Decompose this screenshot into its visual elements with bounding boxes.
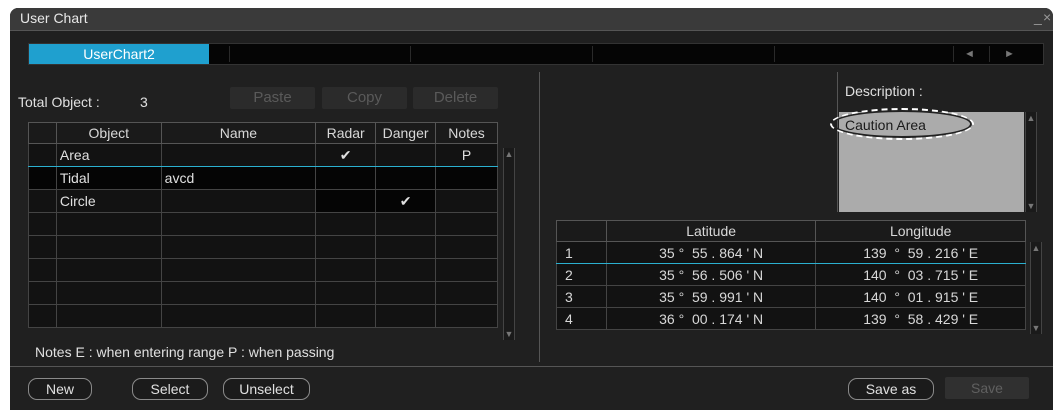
minimize-icon[interactable]: _ bbox=[1034, 9, 1042, 25]
name-cell[interactable] bbox=[160, 189, 317, 213]
table-row[interactable]: 4 36 ° 00 . 174 ' N 139 ° 58 . 429 ' E bbox=[556, 307, 1026, 330]
object-table: Object Name Radar Danger Notes Area ✔ P … bbox=[28, 122, 498, 328]
longitude-cell[interactable]: 140 ° 03 . 715 ' E bbox=[815, 263, 1026, 286]
chart-tab-bar: UserChart2 ◄ ► bbox=[28, 43, 1044, 65]
object-cell[interactable]: Circle bbox=[55, 189, 162, 213]
table-row[interactable]: Circle ✔ bbox=[28, 189, 498, 213]
radar-cell[interactable] bbox=[315, 189, 377, 213]
table-row[interactable] bbox=[28, 235, 498, 259]
select-button[interactable]: Select bbox=[132, 378, 208, 400]
column-header-danger[interactable]: Danger bbox=[375, 122, 437, 144]
danger-check-icon[interactable]: ✔ bbox=[375, 189, 437, 213]
danger-cell[interactable] bbox=[375, 143, 437, 167]
column-header-index[interactable] bbox=[556, 220, 607, 242]
close-icon[interactable]: × bbox=[1043, 9, 1051, 25]
tab-divider bbox=[953, 46, 954, 62]
tab-divider bbox=[229, 46, 230, 62]
scroll-up-icon[interactable]: ▲ bbox=[1031, 242, 1041, 254]
column-header-radar[interactable]: Radar bbox=[315, 122, 377, 144]
tab-divider bbox=[410, 46, 411, 62]
footer-divider bbox=[10, 366, 1053, 367]
description-scrollbar[interactable]: ▲ ▼ bbox=[1025, 112, 1037, 212]
tab-next-icon[interactable]: ► bbox=[1004, 44, 1015, 64]
latitude-cell[interactable]: 35 ° 55 . 864 ' N bbox=[605, 241, 817, 264]
copy-button[interactable]: Copy bbox=[322, 87, 407, 109]
tab-prev-icon[interactable]: ◄ bbox=[964, 44, 975, 64]
object-cell[interactable]: Tidal bbox=[55, 166, 162, 190]
row-index[interactable]: 4 bbox=[556, 307, 607, 330]
scroll-up-icon[interactable]: ▲ bbox=[504, 148, 514, 160]
highlight-callout bbox=[830, 108, 974, 140]
coordinate-table-scrollbar[interactable]: ▲ ▼ bbox=[1030, 242, 1042, 334]
name-cell[interactable]: avcd bbox=[160, 166, 317, 190]
notes-legend: Notes E : when entering range P : when p… bbox=[35, 344, 335, 360]
table-row[interactable]: Area ✔ P bbox=[28, 143, 498, 167]
table-row[interactable]: 3 35 ° 59 . 991 ' N 140 ° 01 . 915 ' E bbox=[556, 285, 1026, 308]
row-index[interactable]: 3 bbox=[556, 285, 607, 308]
table-row[interactable] bbox=[28, 258, 498, 282]
latitude-cell[interactable]: 35 ° 56 . 506 ' N bbox=[605, 263, 817, 286]
scroll-down-icon[interactable]: ▼ bbox=[504, 328, 514, 340]
notes-cell[interactable]: P bbox=[435, 143, 498, 167]
latitude-cell[interactable]: 36 ° 00 . 174 ' N bbox=[605, 307, 817, 330]
column-header-longitude[interactable]: Longitude bbox=[815, 220, 1026, 242]
column-header-notes[interactable]: Notes bbox=[435, 122, 498, 144]
save-button[interactable]: Save bbox=[945, 377, 1029, 399]
latitude-cell[interactable]: 35 ° 59 . 991 ' N bbox=[605, 285, 817, 308]
scroll-down-icon[interactable]: ▼ bbox=[1026, 200, 1036, 212]
tab-divider bbox=[989, 46, 990, 62]
delete-button[interactable]: Delete bbox=[413, 87, 498, 109]
unselect-button[interactable]: Unselect bbox=[223, 378, 310, 400]
column-header-latitude[interactable]: Latitude bbox=[605, 220, 817, 242]
coordinate-table-header: Latitude Longitude bbox=[556, 220, 1026, 242]
tab-divider bbox=[592, 46, 593, 62]
row-index[interactable]: 2 bbox=[556, 263, 607, 286]
danger-cell[interactable] bbox=[375, 166, 437, 190]
name-cell[interactable] bbox=[160, 143, 317, 167]
longitude-cell[interactable]: 140 ° 01 . 915 ' E bbox=[815, 285, 1026, 308]
object-table-header: Object Name Radar Danger Notes bbox=[28, 122, 498, 144]
tab-divider bbox=[774, 46, 775, 62]
object-table-scrollbar[interactable]: ▲ ▼ bbox=[503, 148, 515, 340]
longitude-cell[interactable]: 139 ° 59 . 216 ' E bbox=[815, 241, 1026, 264]
radar-check-icon[interactable]: ✔ bbox=[315, 143, 377, 167]
new-button[interactable]: New bbox=[28, 378, 92, 400]
table-row[interactable] bbox=[28, 304, 498, 328]
table-row[interactable] bbox=[28, 281, 498, 305]
tab-userchart2[interactable]: UserChart2 bbox=[29, 44, 209, 64]
table-row[interactable]: 2 35 ° 56 . 506 ' N 140 ° 03 . 715 ' E bbox=[556, 263, 1026, 286]
row-index[interactable]: 1 bbox=[556, 241, 607, 264]
table-row[interactable]: 1 35 ° 55 . 864 ' N 139 ° 59 . 216 ' E bbox=[556, 241, 1026, 264]
paste-button[interactable]: Paste bbox=[230, 87, 315, 109]
table-row[interactable]: Tidal avcd bbox=[28, 166, 498, 190]
total-object-count: 3 bbox=[140, 94, 148, 110]
table-row[interactable] bbox=[28, 212, 498, 236]
longitude-cell[interactable]: 139 ° 58 . 429 ' E bbox=[815, 307, 1026, 330]
save-as-button[interactable]: Save as bbox=[848, 378, 934, 400]
scroll-up-icon[interactable]: ▲ bbox=[1026, 112, 1036, 124]
row-selector[interactable] bbox=[28, 166, 57, 190]
scroll-down-icon[interactable]: ▼ bbox=[1031, 322, 1041, 334]
column-header-name[interactable]: Name bbox=[160, 122, 317, 144]
window-title: User Chart bbox=[20, 10, 88, 26]
panel-divider bbox=[539, 72, 540, 362]
notes-cell[interactable] bbox=[435, 189, 498, 213]
title-bar: User Chart _ × bbox=[10, 8, 1053, 31]
object-cell[interactable]: Area bbox=[55, 143, 162, 167]
column-header-select[interactable] bbox=[28, 122, 57, 144]
row-selector[interactable] bbox=[28, 143, 57, 167]
description-label: Description : bbox=[845, 83, 923, 99]
coordinate-table: Latitude Longitude 1 35 ° 55 . 864 ' N 1… bbox=[556, 220, 1026, 330]
column-header-object[interactable]: Object bbox=[55, 122, 162, 144]
user-chart-window: User Chart _ × UserChart2 ◄ ► Total Obje… bbox=[10, 8, 1053, 410]
radar-cell[interactable] bbox=[315, 166, 377, 190]
row-selector[interactable] bbox=[28, 189, 57, 213]
total-object-label: Total Object : bbox=[18, 94, 100, 110]
notes-cell[interactable] bbox=[435, 166, 498, 190]
description-divider bbox=[837, 72, 838, 212]
